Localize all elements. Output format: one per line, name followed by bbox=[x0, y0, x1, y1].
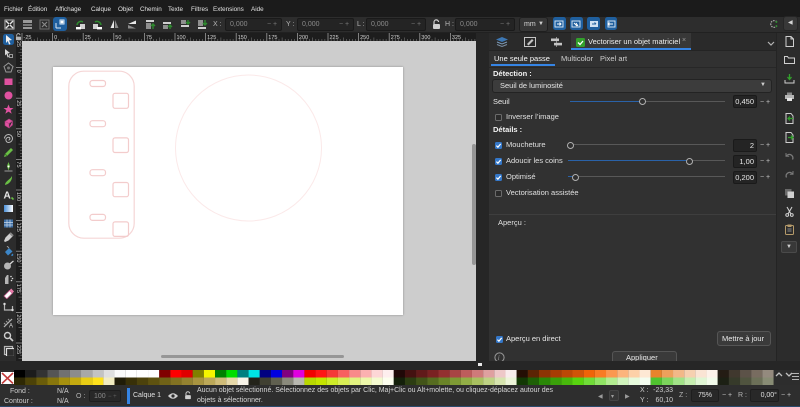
svg-text:0: 0 bbox=[16, 70, 21, 73]
svg-text:A: A bbox=[9, 323, 13, 328]
svg-text:A: A bbox=[3, 191, 10, 201]
